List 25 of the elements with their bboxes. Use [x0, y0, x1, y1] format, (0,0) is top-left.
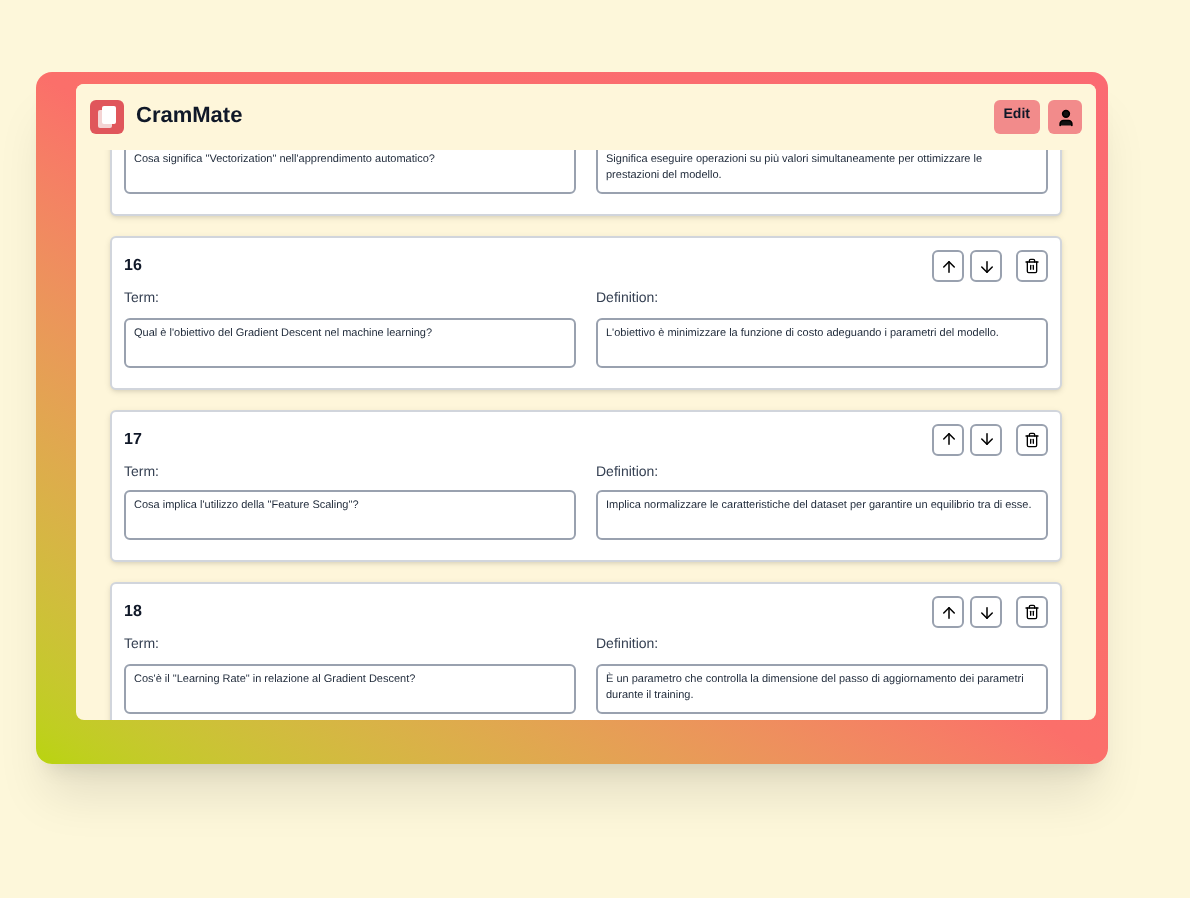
card-number: 18	[124, 600, 142, 624]
delete-button[interactable]	[1016, 596, 1048, 628]
trash-icon	[1024, 258, 1040, 274]
app-title: CramMate	[136, 102, 243, 133]
move-down-button[interactable]	[970, 250, 1002, 282]
move-down-button[interactable]	[970, 596, 1002, 628]
card-number: 16	[124, 254, 142, 278]
arrow-down-icon	[977, 430, 995, 448]
profile-button[interactable]	[1048, 100, 1082, 134]
move-down-button[interactable]	[970, 423, 1002, 455]
trash-icon	[1024, 604, 1040, 620]
arrow-down-icon	[977, 257, 995, 275]
arrow-up-icon	[939, 603, 957, 621]
arrow-up-icon	[939, 430, 957, 448]
cards-logo-icon	[90, 100, 124, 134]
arrow-up-icon	[939, 257, 957, 275]
move-up-button[interactable]	[932, 596, 964, 628]
arrow-down-icon	[977, 603, 995, 621]
user-icon	[1055, 107, 1075, 127]
delete-button[interactable]	[1016, 250, 1048, 282]
move-up-button[interactable]	[932, 423, 964, 455]
move-up-button[interactable]	[932, 250, 964, 282]
card-number: 17	[124, 427, 142, 451]
delete-button[interactable]	[1016, 423, 1048, 455]
trash-icon	[1024, 431, 1040, 447]
